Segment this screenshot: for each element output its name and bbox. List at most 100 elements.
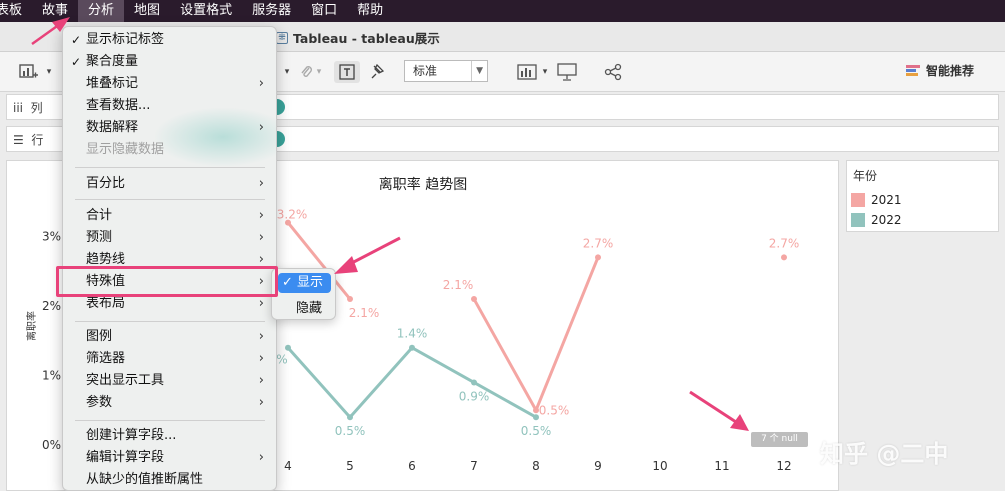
chevron-right-icon: ›: [258, 373, 264, 388]
toolbar-dropdown-icon[interactable]: ▾: [282, 61, 292, 83]
chevron-right-icon: ›: [258, 395, 264, 410]
menu-item-legends[interactable]: 图例 ›: [63, 326, 276, 348]
legend-title: 年份: [853, 169, 878, 183]
data-point[interactable]: [285, 344, 291, 351]
menu-window[interactable]: 窗口: [301, 0, 347, 22]
y-axis: 0% 1% 2% 3%: [42, 230, 61, 453]
fit-select-value: 标准: [413, 64, 438, 78]
new-worksheet-dropdown-icon[interactable]: ▾: [44, 61, 54, 83]
data-point[interactable]: [409, 344, 415, 351]
chevron-right-icon: ›: [258, 120, 264, 135]
menu-item-label: 聚合度量: [86, 54, 139, 69]
columns-icon: iii: [13, 101, 24, 115]
data-label: 0.5%: [335, 424, 366, 438]
x-axis: 4 5 6 7 8 9 10 11 12: [284, 459, 791, 473]
submenu-item-hide[interactable]: 隐藏: [296, 297, 322, 316]
chevron-down-icon: ▼: [471, 61, 483, 81]
null-indicator[interactable]: 7 个 null: [751, 432, 808, 447]
menu-item-label: 显示标记标签: [86, 32, 165, 47]
menu-item-label: 表布局: [86, 296, 126, 311]
legend-item-2021[interactable]: 2021: [851, 193, 902, 207]
menu-item-reveal-hidden-data: 显示隐藏数据: [63, 139, 276, 161]
legend-item-2022[interactable]: 2022: [851, 213, 902, 227]
y-tick-label: 3%: [42, 230, 61, 244]
x-tick-label: 8: [532, 459, 540, 473]
show-me-cards-icon[interactable]: [516, 61, 538, 83]
data-label: 2.1%: [349, 306, 380, 320]
smart-recommend-button[interactable]: 智能推荐: [906, 62, 974, 79]
new-worksheet-icon[interactable]: [18, 61, 40, 83]
year-legend[interactable]: 年份 2021 2022: [846, 160, 999, 232]
x-tick-label: 7: [470, 459, 478, 473]
presentation-icon[interactable]: [556, 61, 578, 83]
menu-item-edit-calculated-field[interactable]: 编辑计算字段 ›: [63, 447, 276, 469]
data-point[interactable]: [347, 296, 353, 303]
chart-title: 离职率 趋势图: [379, 176, 467, 193]
x-tick-label: 9: [594, 459, 602, 473]
data-label: 2.7%: [583, 236, 614, 250]
menu-item-label: 数据解释: [86, 120, 139, 135]
menu-item-show-mark-labels[interactable]: ✓ 显示标记标签: [63, 29, 276, 51]
tableau-window: 表板 故事 分析 地图 设置格式 服务器 窗口 帮助 ⁜ Tableau - t…: [0, 0, 1005, 491]
menu-item-label: 突出显示工具: [86, 373, 165, 388]
menu-item-view-data[interactable]: 查看数据...: [63, 95, 276, 117]
menu-item-stack-marks[interactable]: 堆叠标记 ›: [63, 73, 276, 95]
fit-select[interactable]: 标准 ▼: [404, 60, 488, 82]
data-label: 0.9%: [459, 389, 490, 403]
chart-marks: % 0.5% 1.4% 0.9% 0.5% 3.2% 2.1% 2.1% 0.5% 2.7% 2.7…: [276, 208, 799, 439]
tableau-doc-icon: ⁜: [276, 31, 288, 44]
show-labels-icon[interactable]: [334, 61, 360, 83]
paperclip-icon[interactable]: [298, 61, 314, 83]
data-point[interactable]: [471, 296, 477, 303]
menubar: 表板 故事 分析 地图 设置格式 服务器 窗口 帮助: [0, 0, 1005, 22]
columns-shelf-label: iii 列: [13, 99, 43, 116]
menu-help[interactable]: 帮助: [347, 0, 393, 22]
menu-item-aggregate-measures[interactable]: ✓ 聚合度量: [63, 51, 276, 73]
menu-divider: [75, 420, 265, 421]
menu-item-label: 图例: [86, 329, 113, 344]
cards-dropdown-icon[interactable]: ▾: [540, 61, 550, 83]
checkmark-icon: ✓: [282, 275, 293, 290]
pin-icon[interactable]: [368, 61, 386, 83]
menu-item-forecast[interactable]: 预测 ›: [63, 227, 276, 249]
data-label: 0.5%: [539, 403, 570, 417]
x-tick-label: 10: [652, 459, 667, 473]
y-tick-label: 0%: [42, 438, 61, 452]
x-tick-label: 5: [346, 459, 354, 473]
x-tick-label: 11: [714, 459, 729, 473]
paperclip-dropdown-icon[interactable]: ▾: [314, 61, 324, 83]
data-point[interactable]: [595, 254, 601, 261]
chevron-right-icon: ›: [258, 230, 264, 245]
menu-item-highlighters[interactable]: 突出显示工具 ›: [63, 370, 276, 392]
data-point[interactable]: [471, 379, 477, 386]
data-label: 0.5%: [521, 424, 552, 438]
menu-map[interactable]: 地图: [124, 0, 170, 22]
menu-story[interactable]: 故事: [32, 0, 78, 22]
legend-swatch-2021: [851, 193, 865, 207]
menu-item-create-calculated-field[interactable]: 创建计算字段...: [63, 425, 276, 447]
submenu-item-show[interactable]: ✓ 显示: [278, 273, 331, 293]
share-icon[interactable]: [603, 61, 623, 83]
series-line-2022[interactable]: [286, 346, 537, 419]
x-tick-label: 4: [284, 459, 292, 473]
menu-divider: [75, 321, 265, 322]
menu-item-infer-properties[interactable]: 从缺少的值推断属性: [63, 469, 276, 490]
series-line-2021[interactable]: [472, 256, 600, 412]
menu-format[interactable]: 设置格式: [170, 0, 242, 22]
menu-item-totals[interactable]: 合计 ›: [63, 205, 276, 227]
chevron-right-icon: ›: [258, 329, 264, 344]
menu-analysis[interactable]: 分析: [78, 0, 125, 22]
rows-shelf-label: ☰ 行: [13, 131, 43, 148]
window-title: Tableau - tableau展示: [293, 31, 440, 46]
menu-server[interactable]: 服务器: [242, 0, 301, 22]
menu-item-explain-data[interactable]: 数据解释 ›: [63, 117, 276, 139]
rows-icon: ☰: [13, 133, 24, 147]
menu-dashboard[interactable]: 表板: [0, 0, 32, 22]
data-point[interactable]: [347, 414, 353, 421]
menu-item-parameters[interactable]: 参数 ›: [63, 392, 276, 414]
data-point[interactable]: [781, 254, 787, 261]
checkmark-icon: ✓: [71, 33, 82, 47]
menu-item-label: 编辑计算字段: [86, 450, 165, 465]
menu-item-filters[interactable]: 筛选器 ›: [63, 348, 276, 370]
menu-item-percentage-of[interactable]: 百分比 ›: [63, 173, 276, 195]
